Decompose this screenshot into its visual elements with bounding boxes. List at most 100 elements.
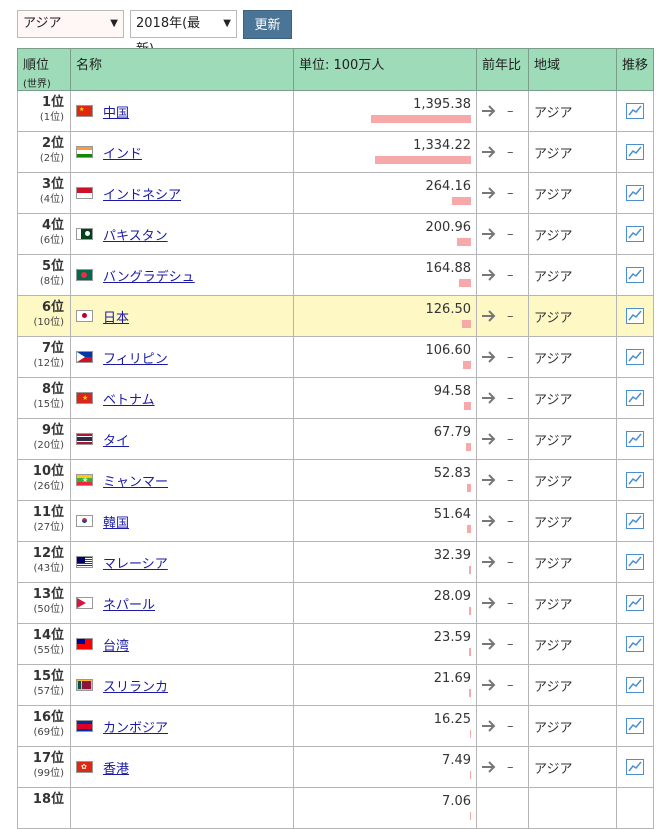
name-cell: 韓国 [70,500,294,542]
rank-cell: 16位 (69位) [17,705,71,747]
pakistan-flag-icon [76,228,93,240]
value-label: 200.96 [425,220,472,235]
value-label: 164.88 [425,261,472,276]
country-link[interactable]: 香港 [103,758,129,777]
china-flag-icon: ★ [76,105,93,117]
line-chart-icon[interactable] [626,103,644,119]
country-link[interactable]: スリランカ [103,676,168,695]
header-value[interactable]: 単位: 100万人 [293,48,477,91]
rank-label: 17位 [32,751,64,766]
line-chart-icon[interactable] [626,636,644,652]
value-cell: 1,395.38 [293,90,477,132]
change-cell: – [476,623,529,665]
value-bar [469,648,471,656]
country-link[interactable]: フィリピン [103,348,168,367]
arrow-right-icon [481,760,497,774]
country-link[interactable]: 中国 [103,102,129,121]
line-chart-icon[interactable] [626,677,644,693]
line-chart-icon[interactable] [626,718,644,734]
header-region[interactable]: 地域 [528,48,617,91]
rank-cell: 7位 (12位) [17,336,71,378]
update-button[interactable]: 更新 [243,10,292,39]
value-cell: 52.83 [293,459,477,501]
line-chart-icon[interactable] [626,390,644,406]
indonesia-flag-icon [76,187,93,199]
world-rank-label: (55位) [33,645,64,656]
change-label: – [507,554,514,570]
country-link[interactable]: カンボジア [103,717,168,736]
world-rank-label: (27位) [33,522,64,533]
change-label: – [507,267,514,283]
line-chart-icon[interactable] [626,759,644,775]
country-link[interactable]: ベトナム [103,389,155,408]
line-chart-icon[interactable] [626,185,644,201]
line-chart-icon[interactable] [626,513,644,529]
rank-label: 2位 [41,136,64,151]
value-label: 1,395.38 [413,97,471,112]
cambodia-flag-icon [76,720,93,732]
table-row: 7位 (12位) フィリピン 106.60 – アジア [17,336,654,378]
arrow-right-icon [481,514,497,528]
rank-cell: 5位 (8位) [17,254,71,296]
line-chart-icon[interactable] [626,226,644,242]
rank-label: 9位 [41,423,64,438]
header-name[interactable]: 名称 [70,48,294,91]
country-link[interactable]: ミャンマー [103,471,168,490]
country-link[interactable]: インド [103,143,142,162]
line-chart-icon[interactable] [626,595,644,611]
table-row: 16位 (69位) カンボジア 16.25 – アジア [17,705,654,747]
region-cell: アジア [528,582,617,624]
world-rank-label: (69位) [33,727,64,738]
change-cell: – [476,582,529,624]
header-rank[interactable]: 順位 (世界) [17,48,71,91]
country-link[interactable]: パキスタン [103,225,168,244]
change-label: – [507,103,514,119]
line-chart-icon[interactable] [626,144,644,160]
value-label: 94.58 [433,384,471,399]
name-cell: インド [70,131,294,173]
rank-cell: 6位 (10位) [17,295,71,337]
country-link[interactable]: バングラデシュ [103,266,195,285]
country-link[interactable]: タイ [103,430,129,449]
country-link[interactable]: 台湾 [103,635,129,654]
trend-cell [616,213,654,255]
change-cell [476,787,529,829]
india-flag-icon [76,146,93,158]
change-label: – [507,144,514,160]
region-select[interactable]: アジア ▼ [17,10,124,38]
name-cell: インドネシア [70,172,294,214]
country-link[interactable]: 日本 [103,307,129,326]
line-chart-icon[interactable] [626,554,644,570]
country-link[interactable]: マレーシア [103,553,168,572]
year-select[interactable]: 2018年(最新) ▼ [130,10,237,57]
change-cell: – [476,254,529,296]
line-chart-icon[interactable] [626,431,644,447]
change-cell: – [476,336,529,378]
rank-label: 1位 [41,95,64,110]
world-rank-label: (4位) [39,194,64,205]
name-cell: ★ ベトナム [70,377,294,419]
rank-label: 7位 [41,341,64,356]
header-change[interactable]: 前年比 [476,48,529,91]
trend-cell [616,746,654,788]
rank-cell: 11位 (27位) [17,500,71,542]
region-cell [528,787,617,829]
country-link[interactable]: 韓国 [103,512,129,531]
line-chart-icon[interactable] [626,349,644,365]
line-chart-icon[interactable] [626,267,644,283]
rank-cell: 1位 (1位) [17,90,71,132]
rank-cell: 13位 (50位) [17,582,71,624]
region-cell: アジア [528,295,617,337]
value-label: 23.59 [433,630,471,645]
world-rank-label: (1位) [39,112,64,123]
country-link[interactable]: インドネシア [103,184,181,203]
value-cell: 264.16 [293,172,477,214]
country-link[interactable]: ネパール [103,594,155,613]
line-chart-icon[interactable] [626,308,644,324]
rank-label: 11位 [32,505,64,520]
value-cell: 126.50 [293,295,477,337]
change-label: – [507,718,514,734]
value-label: 7.06 [442,794,471,809]
line-chart-icon[interactable] [626,472,644,488]
change-cell: – [476,746,529,788]
